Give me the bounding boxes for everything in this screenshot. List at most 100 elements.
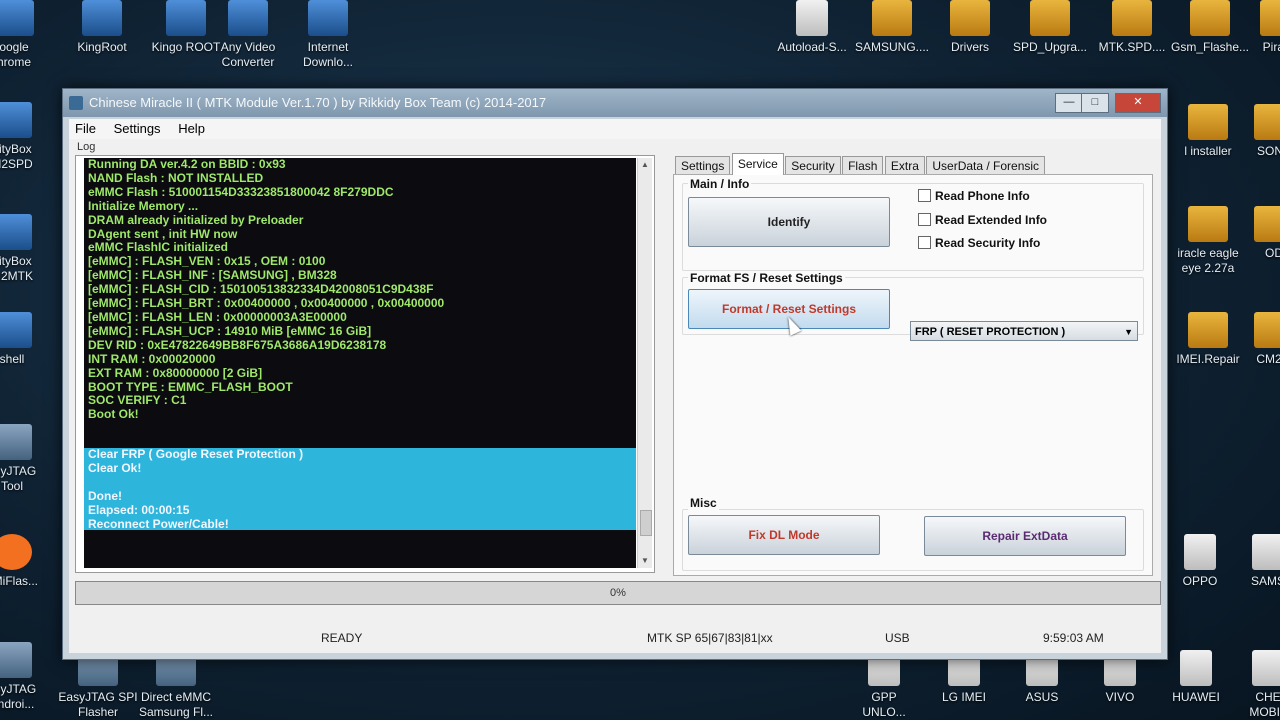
- scroll-down-icon[interactable]: ▼: [638, 554, 652, 568]
- log-line: [eMMC] : FLASH_CID : 150100513832334D420…: [88, 282, 434, 297]
- desktop-icon-right-1[interactable]: SONY: [1232, 104, 1280, 159]
- desktop-icon-bottom-1[interactable]: Direct eMMC Samsung Fl...: [134, 650, 218, 720]
- desktop-icon-label: CM2.d: [1256, 352, 1280, 366]
- desktop-icon-label: nityBox M2MTK: [0, 254, 33, 283]
- desktop-icon-bottom-2[interactable]: GPP UNLO...: [842, 650, 926, 720]
- app-icon: [82, 0, 122, 36]
- menu-settings[interactable]: Settings: [114, 121, 161, 136]
- log-line-highlighted: [84, 476, 636, 490]
- desktop-icon-top-4[interactable]: Internet Downlo...: [286, 0, 370, 70]
- desktop-icon-top-3[interactable]: Any Video Converter: [206, 0, 290, 70]
- desktop-icon-top-9[interactable]: MTK.SPD....: [1090, 0, 1174, 55]
- desktop-icon-left-3[interactable]: asyJTAG Tool: [0, 424, 54, 494]
- desktop-icon-top-7[interactable]: Drivers: [928, 0, 1012, 55]
- log-line: [eMMC] : FLASH_UCP : 14910 MiB [eMMC 16 …: [88, 323, 372, 338]
- desktop-icon-right-3[interactable]: OD: [1232, 206, 1280, 261]
- format-option-dropdown[interactable]: FRP ( RESET PROTECTION ) ▼: [910, 321, 1138, 341]
- folder-icon: [1254, 312, 1280, 348]
- log-scrollbar[interactable]: ▲ ▼: [637, 158, 652, 568]
- file-icon: [1252, 650, 1280, 686]
- log-output[interactable]: Running DA ver.4.2 on BBID : 0x93 NAND Fl…: [84, 158, 636, 568]
- desktop-icon-left-1[interactable]: nityBox M2MTK: [0, 214, 54, 284]
- desktop-icon-right-7[interactable]: SAMS: [1226, 534, 1280, 589]
- desktop-icon-label: Internet Downlo...: [302, 40, 354, 69]
- menu-file[interactable]: File: [75, 121, 96, 136]
- checkbox-icon: [918, 189, 931, 202]
- desktop-icon-top-5[interactable]: Autoload-S...: [770, 0, 854, 55]
- folder-icon: [1030, 0, 1070, 36]
- log-line-highlighted: Clear FRP ( Google Reset Protection ): [88, 447, 304, 461]
- log-line: eMMC FlashIC initialized: [88, 240, 229, 255]
- app-icon: [69, 96, 83, 110]
- desktop-icon-label: OD: [1265, 246, 1280, 260]
- checkbox-icon: [918, 236, 931, 249]
- desktop-icon-top-1[interactable]: KingRoot: [60, 0, 144, 55]
- repair-extdata-button[interactable]: Repair ExtData: [924, 516, 1126, 556]
- desktop-icon-label: asyJTAG Tool: [0, 464, 37, 493]
- scroll-thumb[interactable]: [640, 510, 652, 536]
- desktop-icon-label: Autoload-S...: [777, 40, 847, 54]
- desktop-icon-top-8[interactable]: SPD_Upgra...: [1008, 0, 1092, 55]
- status-port: USB: [885, 631, 910, 645]
- tab-flash[interactable]: Flash: [842, 156, 884, 175]
- desktop-icon-right-5[interactable]: CM2.d: [1232, 312, 1280, 367]
- log-line: Initialize Memory ...: [88, 198, 199, 213]
- desktop-icon-label: EasyJTAG SPI Flasher: [58, 690, 138, 719]
- desktop-icon-top-11[interactable]: Piranh: [1238, 0, 1280, 55]
- maximize-button[interactable]: □: [1081, 93, 1109, 113]
- desktop-icon-bottom-7[interactable]: CHE MOBIL: [1226, 650, 1280, 720]
- close-button[interactable]: ✕: [1115, 93, 1161, 113]
- app-icon: [0, 312, 32, 348]
- desktop-icon-top-0[interactable]: oogle hrome: [0, 0, 56, 70]
- desktop-icon-left-5[interactable]: asyJTAG Androi...: [0, 642, 54, 712]
- minimize-button[interactable]: —: [1055, 93, 1083, 113]
- folder-icon: [1190, 0, 1230, 36]
- fix-dl-mode-button[interactable]: Fix DL Mode: [688, 515, 880, 555]
- desktop-icon-left-0[interactable]: nityBox M2SPD: [0, 102, 54, 172]
- desktop-icon-label: oMiFlas...: [0, 574, 38, 588]
- log-selection: Clear FRP ( Google Reset Protection ) Cle…: [84, 447, 636, 530]
- log-line-highlighted: Elapsed: 00:00:15: [88, 502, 190, 517]
- desktop-icon-left-2[interactable]: shell: [0, 312, 54, 367]
- scroll-up-icon[interactable]: ▲: [638, 158, 652, 172]
- desktop-icon-left-4[interactable]: oMiFlas...: [0, 534, 54, 589]
- folder-icon: [1254, 104, 1280, 140]
- identify-button[interactable]: Identify: [688, 197, 890, 247]
- read-extended-info-checkbox[interactable]: Read Extended Info: [918, 213, 1047, 227]
- app-icon: [0, 0, 34, 36]
- desktop-icon-label: SAMS: [1250, 574, 1280, 588]
- folder-icon: [1254, 206, 1280, 242]
- tab-extra[interactable]: Extra: [884, 156, 925, 175]
- log-line: [eMMC] : FLASH_BRT : 0x00400000 , 0x0040…: [88, 296, 445, 311]
- log-line: DAgent sent , init HW now: [88, 226, 238, 241]
- service-panel: Main / Info Identify Read Phone Info Rea…: [673, 174, 1153, 576]
- read-phone-info-checkbox[interactable]: Read Phone Info: [918, 189, 1030, 203]
- desktop-icon-label: shell: [0, 352, 25, 366]
- menu-help[interactable]: Help: [178, 121, 205, 136]
- desktop-icon-label: Any Video Converter: [220, 40, 276, 69]
- tab-bar: Settings Service Security Flash Extra Us…: [675, 153, 1046, 175]
- log-line: eMMC Flash : 510001154D33323851800042 8F…: [88, 184, 394, 199]
- desktop-icon-label: Piranh: [1262, 40, 1280, 54]
- tab-service[interactable]: Service: [731, 153, 784, 175]
- log-line: DRAM already initialized by Preloader: [88, 212, 304, 227]
- app-icon: [228, 0, 268, 36]
- file-icon: [796, 0, 828, 36]
- tab-security[interactable]: Security: [785, 156, 841, 175]
- log-line: NAND Flash : NOT INSTALLED: [88, 170, 264, 185]
- tab-settings[interactable]: Settings: [675, 156, 731, 175]
- desktop-icon-top-6[interactable]: SAMSUNG....: [850, 0, 934, 55]
- read-security-info-checkbox[interactable]: Read Security Info: [918, 236, 1040, 250]
- format-title: Format FS / Reset Settings: [688, 271, 845, 285]
- title-bar[interactable]: Chinese Miracle II ( MTK Module Ver.1.70…: [63, 89, 1167, 117]
- progress-bar: 0%: [75, 581, 1161, 605]
- app-window: Chinese Miracle II ( MTK Module Ver.1.70…: [62, 88, 1168, 660]
- tab-userdata-forensic[interactable]: UserData / Forensic: [926, 156, 1046, 175]
- status-bar: READY MTK SP 65|67|83|81|xx USB 9:59:03 …: [69, 627, 1161, 649]
- desktop-icon-label: KingRoot: [77, 40, 127, 54]
- status-platform: MTK SP 65|67|83|81|xx: [647, 631, 773, 645]
- folder-icon: [1188, 312, 1228, 348]
- log-line: DEV RID : 0xE47822649BB8F675A3686A19D623…: [88, 337, 387, 352]
- desktop-icon-bottom-0[interactable]: EasyJTAG SPI Flasher: [56, 650, 140, 720]
- progress-text: 0%: [610, 587, 626, 599]
